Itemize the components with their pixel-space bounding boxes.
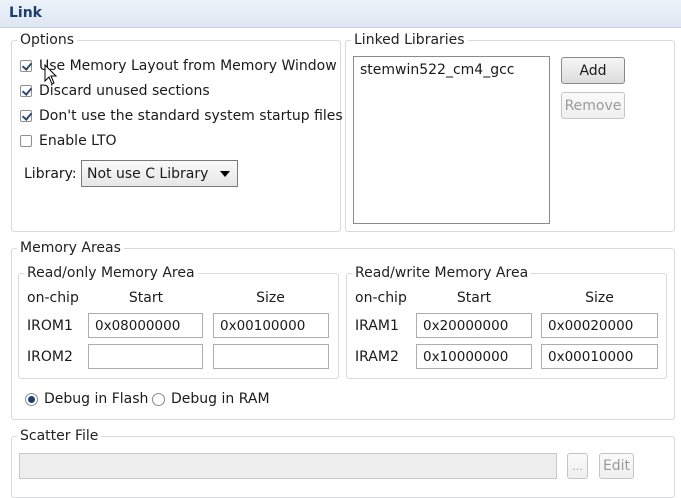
scatter-file-input[interactable]: [19, 453, 557, 479]
library-select[interactable]: Not use C Library: [81, 160, 238, 187]
iram2-start-input[interactable]: 0x10000000: [416, 344, 532, 369]
debug-in-ram-radio[interactable]: Debug in RAM: [152, 389, 270, 409]
radio-circle[interactable]: [25, 392, 38, 406]
irom1-size-input[interactable]: 0x00100000: [213, 313, 329, 338]
section-header: Link: [0, 0, 681, 28]
section-title: Link: [9, 5, 42, 21]
iram1-size-input[interactable]: 0x00020000: [541, 313, 658, 338]
iram1-start-input[interactable]: 0x20000000: [416, 313, 532, 338]
browse-button[interactable]: ...: [567, 453, 588, 479]
enable-lto-checkbox[interactable]: Enable LTO: [20, 131, 117, 151]
ro-size-header: Size: [256, 290, 285, 306]
checkbox-label: Enable LTO: [39, 133, 117, 149]
linked-libraries-legend: Linked Libraries: [351, 32, 468, 48]
edit-button[interactable]: Edit: [599, 453, 634, 479]
read-only-area-legend: Read/only Memory Area: [24, 265, 198, 281]
use-memory-layout-checkbox[interactable]: Use Memory Layout from Memory Window: [20, 56, 337, 76]
irom2-start-input[interactable]: [88, 344, 203, 369]
radio-circle[interactable]: [152, 392, 165, 406]
iram2-size-input[interactable]: 0x00010000: [541, 344, 658, 369]
checkbox-label: Discard unused sections: [39, 83, 210, 99]
memory-areas-legend: Memory Areas: [17, 240, 124, 256]
rw-size-header: Size: [585, 290, 614, 306]
checkbox-box[interactable]: [20, 135, 32, 147]
checkbox-box[interactable]: [20, 110, 32, 122]
remove-button[interactable]: Remove: [561, 92, 625, 119]
linked-libraries-list[interactable]: stemwin522_cm4_gcc: [353, 56, 550, 224]
irom1-label: IROM1: [27, 318, 73, 334]
library-label: Library:: [24, 166, 77, 182]
mouse-cursor-icon: [44, 64, 58, 85]
checkbox-box[interactable]: [20, 60, 32, 72]
iram2-label: IRAM2: [355, 349, 399, 365]
no-startup-files-checkbox[interactable]: Don't use the standard system startup fi…: [20, 106, 343, 126]
list-item[interactable]: stemwin522_cm4_gcc: [360, 62, 515, 78]
rw-start-header: Start: [456, 290, 492, 306]
checkbox-label: Don't use the standard system startup fi…: [39, 108, 343, 124]
irom2-size-input[interactable]: [213, 344, 329, 369]
read-write-area-legend: Read/write Memory Area: [352, 265, 532, 281]
irom2-label: IROM2: [27, 349, 73, 365]
iram1-label: IRAM1: [355, 318, 399, 334]
scatter-file-legend: Scatter File: [17, 428, 102, 444]
dropdown-arrow-icon: [220, 171, 230, 177]
ro-onchip-header: on-chip: [27, 290, 79, 306]
irom1-start-input[interactable]: 0x08000000: [88, 313, 203, 338]
debug-in-flash-radio[interactable]: Debug in Flash: [25, 389, 148, 409]
radio-label: Debug in Flash: [44, 391, 149, 407]
radio-label: Debug in RAM: [171, 391, 270, 407]
checkbox-box[interactable]: [20, 85, 32, 97]
options-legend: Options: [17, 32, 78, 48]
rw-onchip-header: on-chip: [355, 290, 407, 306]
library-select-value: Not use C Library: [87, 165, 209, 182]
ro-start-header: Start: [128, 290, 164, 306]
checkbox-label: Use Memory Layout from Memory Window: [39, 58, 337, 74]
add-button[interactable]: Add: [561, 57, 625, 84]
